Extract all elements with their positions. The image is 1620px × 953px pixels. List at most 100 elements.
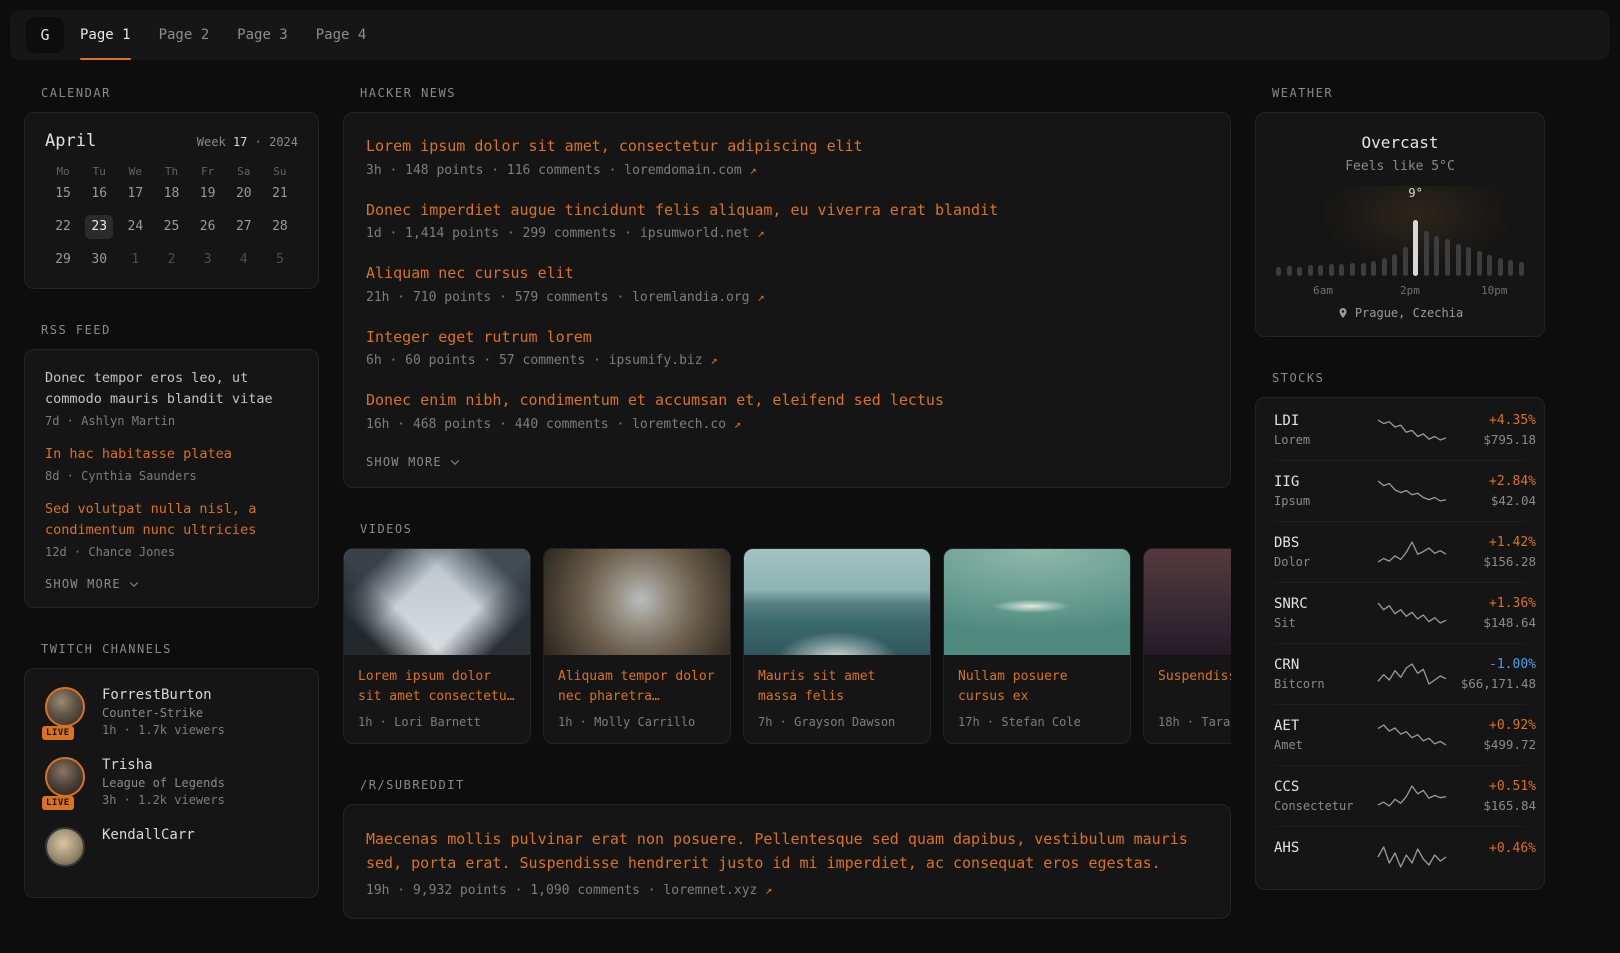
chevron-down-icon [449,456,461,468]
hackernews-item-domain[interactable]: loremlandia.org ↗ [632,290,764,305]
weather-bar [1339,264,1344,276]
external-link-icon: ↗ [710,353,717,367]
stocks-widget: LDI Lorem +4.35% $795.18 IIG Ipsum [1255,397,1545,890]
weather-section-title: WEATHER [1272,86,1545,100]
subreddit-post-title[interactable]: Maecenas mollis pulvinar erat non posuer… [366,830,1188,872]
calendar-header: April Week 17 · 2024 [45,131,298,151]
calendar-dates-grid: 1516171819202122232425262728293012345 [45,182,298,272]
video-title: Nullam posuere cursus ex [958,667,1116,707]
stock-row[interactable]: CRN Bitcorn -1.00% $66,171.48 [1274,643,1526,704]
stock-identity: AHS [1274,840,1366,874]
subreddit-widget: Maecenas mollis pulvinar erat non posuer… [343,804,1231,919]
calendar-day-name: We [117,165,153,182]
hackernews-list: Lorem ipsum dolor sit amet, consectetur … [366,135,1208,432]
subreddit-post-domain[interactable]: loremnet.xyz ↗ [663,883,772,898]
video-card[interactable]: Mauris sit amet massa felis 7h · Grayson… [743,548,931,744]
video-card[interactable]: Lorem ipsum dolor sit amet consectetu… 1… [343,548,531,744]
videos-section: VIDEOS Lorem ipsum dolor sit amet consec… [343,522,1231,744]
hackernews-item: Donec imperdiet augue tincidunt felis al… [366,199,1208,242]
video-card[interactable]: Aliquam tempor dolor nec pharetra… 1h · … [543,548,731,744]
stock-row[interactable]: DBS Dolor +1.42% $156.28 [1274,521,1526,582]
rss-item[interactable]: In hac habitasse platea 8d · Cynthia Sau… [45,444,298,483]
tab-page-1[interactable]: Page 1 [80,10,131,60]
weather-time-label: 6am [1313,284,1333,297]
stock-row[interactable]: AET Amet +0.92% $499.72 [1274,704,1526,765]
calendar-month: April [45,131,96,151]
hackernews-item-domain[interactable]: ipsumworld.net ↗ [640,226,765,241]
video-thumbnail [344,549,530,655]
external-link-icon: ↗ [734,417,741,431]
rss-item[interactable]: Donec tempor eros leo, ut commodo mauris… [45,368,298,428]
weather-bars [1276,218,1524,276]
weather-bar [1445,239,1450,276]
tab-page-2[interactable]: Page 2 [159,10,210,60]
weather-time-axis: 6am2pm10pm [1276,284,1524,298]
stock-identity: CCS Consectetur [1274,779,1366,813]
hackernews-show-more-button[interactable]: SHOW MORE [366,453,461,471]
stock-row[interactable]: CCS Consectetur +0.51% $165.84 [1274,765,1526,826]
weather-widget: Overcast Feels like 5°C 9° 6am2pm10pm Pr… [1255,112,1545,337]
twitch-channel[interactable]: LIVE Trisha League of Legends 3h · 1.2k … [45,757,298,807]
stock-values: +0.51% $165.84 [1458,779,1536,813]
twitch-channel-game: Counter-Strike [102,706,225,720]
twitch-channel[interactable]: LIVE ForrestBurton Counter-Strike 1h · 1… [45,687,298,737]
calendar-day: 20 [230,182,258,206]
stock-row[interactable]: AHS +0.46% [1274,826,1526,887]
stock-sparkline [1376,722,1448,748]
hackernews-item-title[interactable]: Donec enim nibh, condimentum et accumsan… [366,389,944,412]
hackernews-item-domain-text: loremtech.co [632,417,726,432]
hackernews-item-title[interactable]: Lorem ipsum dolor sit amet, consectetur … [366,135,863,158]
stock-price: $499.72 [1458,737,1536,752]
calendar-day: 17 [121,182,149,206]
hackernews-item-title[interactable]: Aliquam nec cursus elit [366,262,574,285]
video-body: Nullam posuere cursus ex 17h · Stefan Co… [944,655,1130,743]
stock-row[interactable]: SNRC Sit +1.36% $148.64 [1274,582,1526,643]
calendar-day: 21 [266,182,294,206]
stock-name [1274,860,1366,874]
subreddit-section: /R/SUBREDDIT Maecenas mollis pulvinar er… [343,778,1231,919]
stock-change: +1.42% [1458,535,1536,550]
stock-price: $42.04 [1458,493,1536,508]
calendar-day: 15 [49,182,77,206]
calendar-day: 29 [49,248,77,272]
calendar-section: CALENDAR April Week 17 · 2024 MoTuWeThFr… [24,86,319,289]
calendar-day: 4 [230,248,258,272]
stocks-section-title: STOCKS [1272,371,1545,385]
hackernews-item-title[interactable]: Integer eget rutrum lorem [366,326,592,349]
tab-page-3[interactable]: Page 3 [237,10,288,60]
video-body: Lorem ipsum dolor sit amet consectetu… 1… [344,655,530,743]
stock-values: +0.92% $499.72 [1458,718,1536,752]
stock-ticker: LDI [1274,413,1366,429]
stock-row[interactable]: LDI Lorem +4.35% $795.18 [1274,400,1526,460]
rss-item-title: Sed volutpat nulla nisl, a condimentum n… [45,499,298,541]
twitch-channel[interactable]: LIVE KendallCarr [45,827,298,867]
stock-change: +1.36% [1458,596,1536,611]
stock-sparkline [1376,783,1448,809]
stock-row[interactable]: IIG Ipsum +2.84% $42.04 [1274,460,1526,521]
hackernews-item-domain[interactable]: loremdomain.com ↗ [624,163,756,178]
rss-show-more-button[interactable]: SHOW MORE [45,575,140,593]
stock-name: Dolor [1274,555,1366,569]
hackernews-item-domain[interactable]: ipsumify.biz ↗ [609,353,718,368]
weather-bar [1508,260,1513,276]
videos-row: Lorem ipsum dolor sit amet consectetu… 1… [343,548,1231,744]
weather-bar [1308,265,1313,276]
video-card[interactable]: Suspendisse diam 18h · Tara [1143,548,1231,744]
rss-item[interactable]: Sed volutpat nulla nisl, a condimentum n… [45,499,298,559]
calendar-separator: · [255,135,262,149]
hackernews-item-domain[interactable]: loremtech.co ↗ [632,417,741,432]
stock-name: Lorem [1274,433,1366,447]
stock-ticker: CCS [1274,779,1366,795]
weather-bar [1498,258,1503,276]
video-card[interactable]: Nullam posuere cursus ex 17h · Stefan Co… [943,548,1131,744]
tab-page-4[interactable]: Page 4 [316,10,367,60]
video-body: Aliquam tempor dolor nec pharetra… 1h · … [544,655,730,743]
calendar-week-label: Week 17 · 2024 [197,135,298,149]
avatar [45,827,85,867]
calendar-day: 1 [121,248,149,272]
hackernews-item-domain-text: ipsumworld.net [640,226,750,241]
hackernews-item-title[interactable]: Donec imperdiet augue tincidunt felis al… [366,199,998,222]
app-logo[interactable]: G [26,17,64,53]
video-body: Mauris sit amet massa felis 7h · Grayson… [744,655,930,743]
weather-bar [1477,251,1482,276]
